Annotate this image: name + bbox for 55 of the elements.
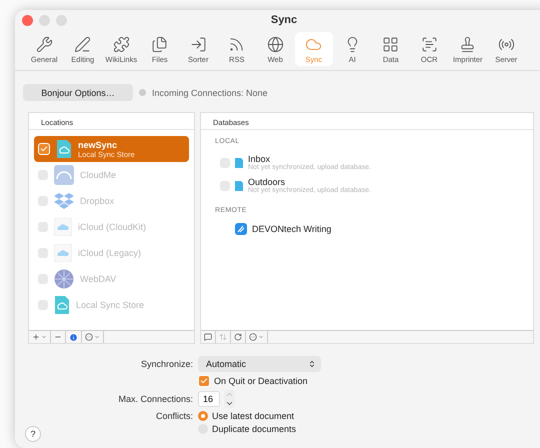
document-icon (235, 180, 243, 190)
bonjour-options-button[interactable]: Bonjour Options… (23, 84, 133, 101)
files-icon (151, 36, 168, 53)
ellipsis-icon (85, 333, 93, 341)
checkmark-icon (200, 377, 208, 385)
chevrons-icon (308, 360, 316, 368)
chevron-down-icon (225, 399, 234, 408)
document-cloud-icon (56, 139, 72, 159)
stamp-icon (459, 36, 476, 53)
ellipsis-icon (249, 333, 257, 341)
checkbox-label: On Quit or Deactivation (214, 376, 308, 386)
max-connections-field[interactable]: 16 (198, 391, 220, 407)
chevron-up-icon (225, 390, 234, 399)
checkbox[interactable] (198, 375, 210, 387)
refresh-icon (234, 333, 242, 341)
checkbox[interactable] (38, 143, 50, 155)
arrows-icon (219, 333, 227, 341)
chevron-down-icon (41, 334, 47, 340)
tools-icon (36, 36, 53, 53)
incoming-connections-label: Incoming Connections: None (152, 88, 268, 98)
document-cloud-icon (54, 295, 70, 315)
window-title: Sync (270, 14, 298, 26)
chevron-down-icon (258, 334, 264, 340)
database-item[interactable]: DEVONtech Writing (206, 220, 528, 238)
speech-bubble-icon (204, 333, 212, 341)
cloud-icon (54, 244, 72, 262)
radio-button[interactable] (198, 411, 208, 421)
pencil-icon (74, 36, 92, 53)
cloud-icon (54, 165, 74, 185)
grid-icon (382, 36, 400, 53)
antenna-icon (498, 36, 515, 53)
status-dot (139, 89, 146, 96)
document-icon (235, 158, 243, 168)
cloud-icon (54, 218, 72, 236)
help-button[interactable]: ? (25, 426, 41, 442)
field-label: Conflicts: (154, 411, 193, 421)
synchronize-popup[interactable]: Automatic (198, 356, 321, 372)
puzzle-icon (112, 36, 130, 53)
field-label: Max. Connections: (117, 394, 193, 404)
close-button[interactable] (22, 14, 33, 26)
cloud-icon (305, 36, 322, 53)
dropbox-icon (54, 192, 74, 210)
sorter-icon (190, 36, 207, 53)
checkmark-icon (40, 145, 48, 153)
chevron-down-icon (94, 334, 100, 340)
globe-icon (54, 269, 74, 289)
field-label: Synchronize: (140, 359, 193, 369)
rss-icon (228, 36, 246, 53)
scan-icon (420, 36, 438, 53)
stepper[interactable] (224, 390, 235, 408)
plus-icon (32, 333, 40, 341)
app-icon (235, 223, 247, 235)
radio-label: Duplicate documents (212, 424, 296, 434)
radio-label: Use latest document (212, 411, 294, 421)
globe-icon (266, 36, 284, 53)
